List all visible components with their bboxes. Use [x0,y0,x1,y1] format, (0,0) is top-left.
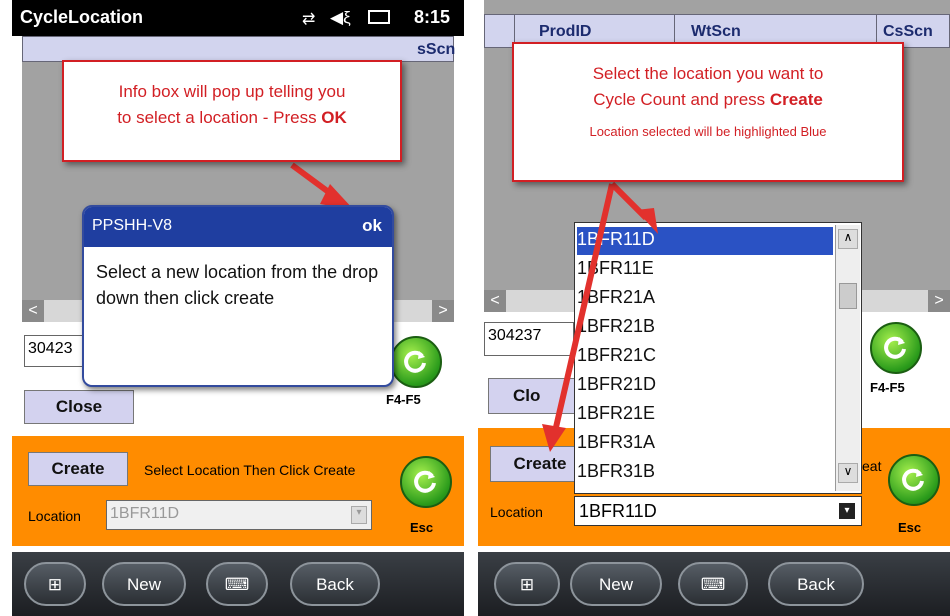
callout-line-1: Select the location you want to [592,64,824,83]
callout-line-2: to select a location - Press [117,108,322,127]
dialog-titlebar: PPSHH-V8 ok [84,207,392,247]
dialog-ok-button[interactable]: ok [362,216,382,236]
callout-line-2-bold: Create [769,90,823,109]
dialog-message: Select a new location from the drop down… [96,262,379,308]
message-dialog: PPSHH-V8 ok Select a new location from t… [82,205,394,387]
info-callout: Info box will pop up telling you to sele… [62,60,402,162]
right-screenshot: ProdID WtScn CsScn < > 304237 F4-F5 Clo … [478,0,950,616]
left-screenshot: CycleLocation ⇄ ◀ξ 8:15 sScn < > 30423 F… [12,0,464,616]
callout-line-2-bold: OK [321,108,347,127]
callout-line-1: Info box will pop up telling you [118,82,346,101]
dialog-title: PPSHH-V8 [92,217,173,234]
callout-line-2: Cycle Count and press [593,90,770,109]
instruction-callout: Select the location you want to Cycle Co… [512,42,904,182]
callout-note: Location selected will be highlighted Bl… [589,124,827,139]
